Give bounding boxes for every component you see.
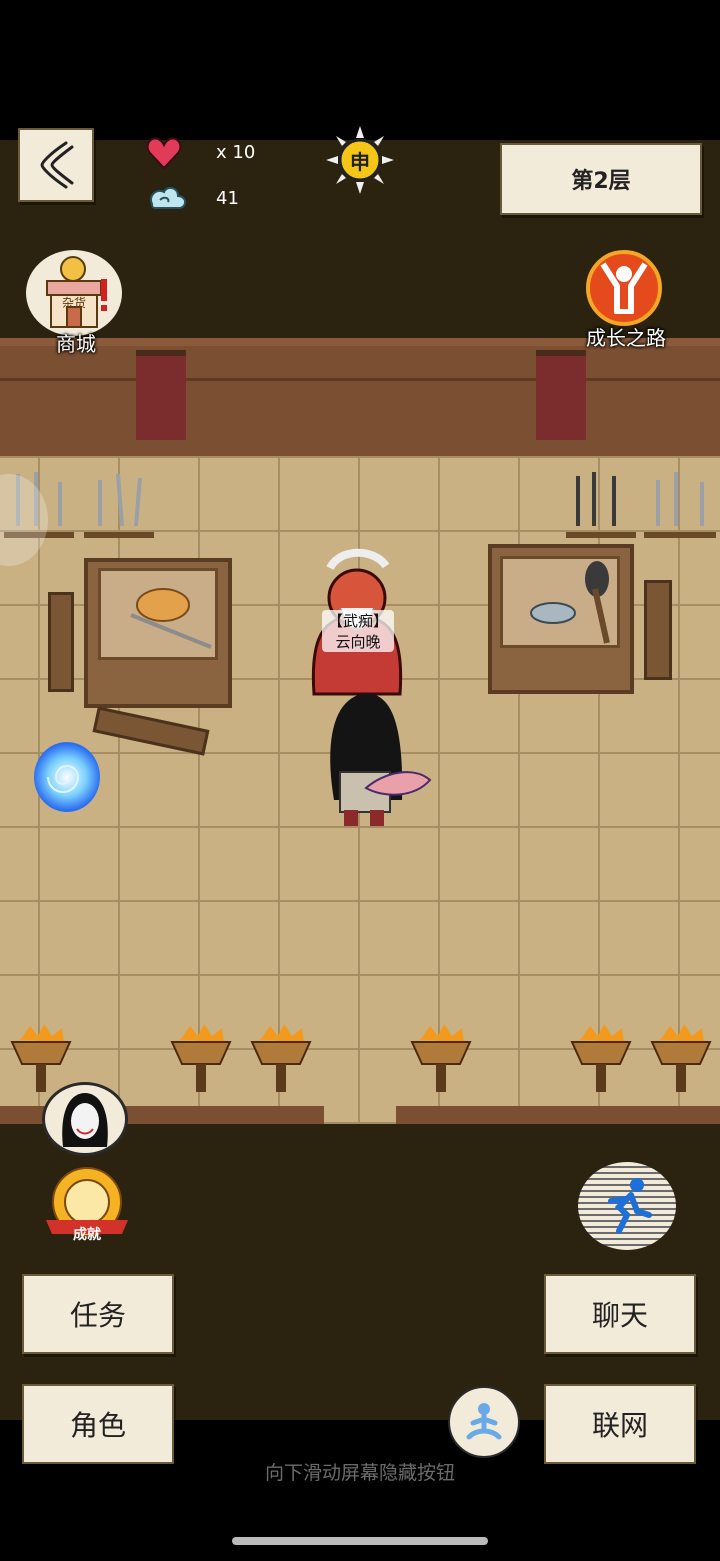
- character-portrait-icon: [62, 1093, 108, 1147]
- wall-segment: [396, 1106, 720, 1124]
- chevron-left-icon: [40, 141, 74, 189]
- meditation-figure-icon: [466, 1403, 502, 1440]
- time-glyph: 申: [350, 150, 370, 174]
- shop-label: 商城: [56, 332, 96, 356]
- shop-sign: 杂货: [61, 296, 86, 310]
- back-wall: [0, 338, 720, 456]
- chat-button[interactable]: 聊天: [544, 1274, 696, 1354]
- player-character[interactable]: [314, 680, 432, 830]
- spirit-count: 41: [216, 188, 239, 209]
- avatar[interactable]: [42, 1082, 128, 1156]
- lives-count: x 10: [216, 142, 256, 163]
- brazier: [650, 1024, 712, 1094]
- back-button[interactable]: [18, 128, 94, 202]
- floor-label: 第2层: [571, 169, 631, 194]
- weapon-rack: [644, 470, 716, 538]
- weapon-rack: [84, 470, 154, 538]
- table-top-with-club: [500, 556, 620, 648]
- wall-trim: [0, 378, 720, 381]
- running-figure-icon: [608, 1178, 652, 1234]
- floor-indicator[interactable]: 第2层: [500, 143, 702, 215]
- bench: [48, 592, 74, 692]
- cheering-figure-icon: [600, 262, 648, 314]
- role-label: 角色: [69, 1409, 126, 1442]
- hide-buttons-hint: 向下滑动屏幕隐藏按钮: [264, 1462, 455, 1484]
- swirl-portal-icon: [47, 765, 80, 793]
- run-toggle-button[interactable]: [578, 1162, 676, 1250]
- top-status-area: [0, 0, 720, 140]
- wall-banner: [136, 350, 186, 440]
- wall-banner: [536, 350, 586, 440]
- brazier: [170, 1024, 232, 1094]
- growth-path-button[interactable]: [586, 250, 662, 326]
- role-button[interactable]: 角色: [22, 1384, 174, 1464]
- chat-label: 聊天: [591, 1299, 648, 1332]
- shop-button[interactable]: [26, 250, 122, 336]
- online-label: 联网: [591, 1409, 648, 1442]
- teleport-portal[interactable]: [34, 742, 100, 812]
- shop-stall-icon: [46, 256, 107, 328]
- spirit-cloud-icon: [146, 182, 190, 216]
- achievement-label: 成就: [73, 1227, 101, 1243]
- npc-name: 云向晚: [335, 633, 381, 651]
- brazier: [10, 1024, 72, 1094]
- tasks-button[interactable]: 任务: [22, 1274, 174, 1354]
- brazier: [250, 1024, 312, 1094]
- meditate-button[interactable]: [448, 1386, 520, 1458]
- tasks-label: 任务: [69, 1299, 126, 1332]
- table-top-with-food: [98, 568, 218, 660]
- npc-title: 【武痴】: [327, 612, 388, 630]
- brazier: [410, 1024, 472, 1094]
- heart-icon: [146, 136, 182, 170]
- npc-nameplate: 【武痴】 云向晚: [322, 610, 394, 652]
- weapon-rack: [566, 470, 636, 538]
- online-button[interactable]: 联网: [544, 1384, 696, 1464]
- bench: [644, 580, 672, 680]
- growth-path-label: 成长之路: [586, 326, 666, 350]
- brazier: [570, 1024, 632, 1094]
- home-indicator[interactable]: [232, 1537, 488, 1545]
